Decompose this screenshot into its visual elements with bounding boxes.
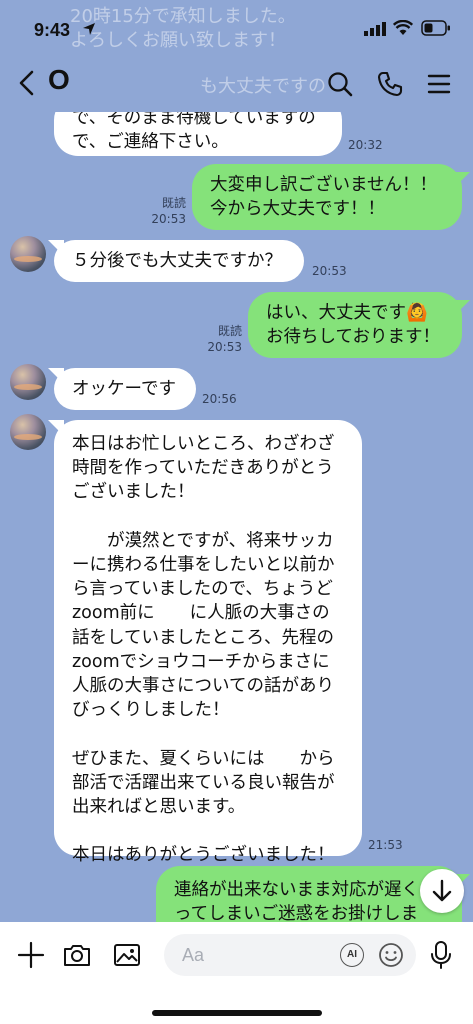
phone-icon[interactable] <box>376 70 404 98</box>
arrow-down-icon <box>432 879 452 902</box>
scroll-to-bottom-button[interactable] <box>420 869 464 913</box>
message-time: 20:32 <box>348 138 383 152</box>
incoming-message-bubble[interactable]: オッケーです <box>54 368 196 410</box>
outgoing-message-bubble[interactable]: 連絡が出来ないまま対応が遅く ってしまいご迷惑をお掛けしま <box>156 866 462 922</box>
image-icon[interactable] <box>112 940 142 970</box>
message-time: 20:56 <box>202 392 237 406</box>
wifi-icon <box>393 20 413 35</box>
message-time: 20:53 <box>151 212 186 226</box>
ghost-text: よろしくお願い致します！ <box>70 30 286 51</box>
incoming-message-bubble[interactable]: 本日はお忙しいところ、わざわざ 時間を作っていただきありがとう ございました！ … <box>54 420 362 865</box>
read-receipt: 既読 <box>161 196 186 210</box>
message-input[interactable]: Aa AI <box>164 934 416 976</box>
outgoing-message-bubble[interactable]: 大変申し訳ございません！！ 今から大丈夫です！！ <box>192 164 462 230</box>
ai-icon[interactable]: AI <box>340 943 364 967</box>
plus-icon[interactable] <box>16 940 46 970</box>
incoming-message-bubble[interactable]: ５分後でも大丈夫ですか？ <box>54 240 304 282</box>
menu-icon[interactable] <box>425 70 453 98</box>
message-time: 20:53 <box>312 264 347 278</box>
contact-avatar[interactable] <box>10 236 46 272</box>
message-input-bar: Aa AI <box>0 922 473 1024</box>
search-icon[interactable] <box>326 70 354 98</box>
microphone-icon[interactable] <box>428 940 454 970</box>
outgoing-message-bubble[interactable]: はい、大丈夫です🙆 お待ちしております！ <box>248 292 462 358</box>
message-time: 20:53 <box>207 340 242 354</box>
message-time: 21:53 <box>368 838 403 852</box>
chat-title[interactable]: O <box>48 64 70 96</box>
cell-signal-icon <box>364 22 386 36</box>
bubble-tail <box>454 172 470 188</box>
emoji-icon[interactable] <box>378 942 404 968</box>
message-list[interactable]: で、そのまま待機していますの で、ご連絡下さい。 20:32 大変申し訳ございま… <box>0 112 473 922</box>
chat-header: O <box>0 54 473 112</box>
chevron-left-icon[interactable] <box>14 68 40 98</box>
read-receipt: 既読 <box>217 324 242 338</box>
input-placeholder: Aa <box>182 945 205 965</box>
ghost-text: 20時15分で承知しました。 <box>70 6 296 27</box>
status-time: 9:43 <box>34 20 71 40</box>
camera-icon[interactable] <box>62 940 92 970</box>
battery-icon <box>421 20 450 36</box>
contact-avatar[interactable] <box>10 364 46 400</box>
contact-avatar[interactable] <box>10 414 46 450</box>
bubble-tail <box>454 300 470 316</box>
incoming-message-bubble[interactable]: で、そのまま待機していますの で、ご連絡下さい。 <box>54 112 342 156</box>
home-indicator <box>152 1010 322 1016</box>
